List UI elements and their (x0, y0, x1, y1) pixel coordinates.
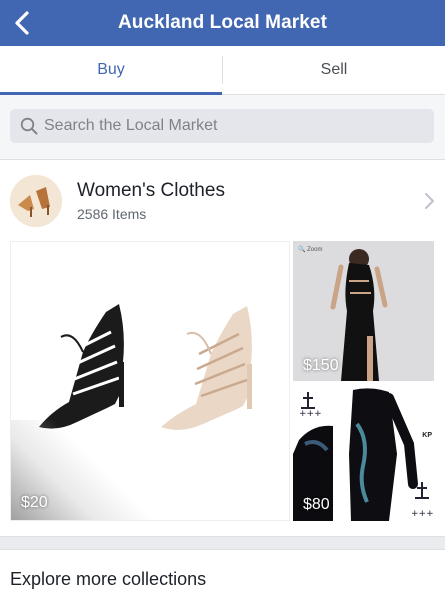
price-label: $150 (303, 357, 339, 374)
search-section (0, 95, 445, 160)
listing-tile-bodysuit[interactable]: +++ +++ KP $80 (293, 384, 434, 521)
search-box[interactable] (10, 109, 434, 143)
chevron-right-icon (425, 193, 434, 209)
zoom-watermark: 🔍 Zoom (298, 247, 323, 253)
listing-tile-dress[interactable]: 🔍 Zoom $150 (293, 241, 434, 381)
kp-watermark: KP (422, 432, 432, 439)
tab-buy[interactable]: Buy (0, 46, 222, 94)
listing-tile-heels[interactable]: $20 (10, 241, 290, 521)
explore-more-collections[interactable]: Explore more collections (10, 569, 206, 590)
back-button[interactable] (6, 7, 38, 39)
page-title: Auckland Local Market (117, 12, 328, 33)
tab-sell[interactable]: Sell (223, 46, 445, 94)
search-icon (20, 117, 38, 135)
heels-thumbnail-image (10, 175, 62, 227)
top-nav-bar: Auckland Local Market (0, 0, 445, 46)
collection-avatar (10, 175, 62, 227)
collection-card: Women's Clothes 2586 Items $20 🔍 Zoom $1… (0, 160, 445, 530)
collection-header[interactable]: Women's Clothes 2586 Items (0, 160, 445, 240)
collection-title: Women's Clothes (77, 180, 225, 201)
price-label: $80 (303, 496, 330, 513)
svg-text:+++: +++ (299, 409, 322, 419)
section-separator (0, 536, 445, 550)
svg-text:+++: +++ (411, 509, 434, 519)
collection-item-count: 2586 Items (77, 206, 147, 222)
tab-bar: Buy Sell (0, 46, 445, 95)
chevron-left-icon (15, 11, 29, 35)
price-label: $20 (21, 494, 48, 511)
search-input[interactable] (44, 109, 424, 143)
